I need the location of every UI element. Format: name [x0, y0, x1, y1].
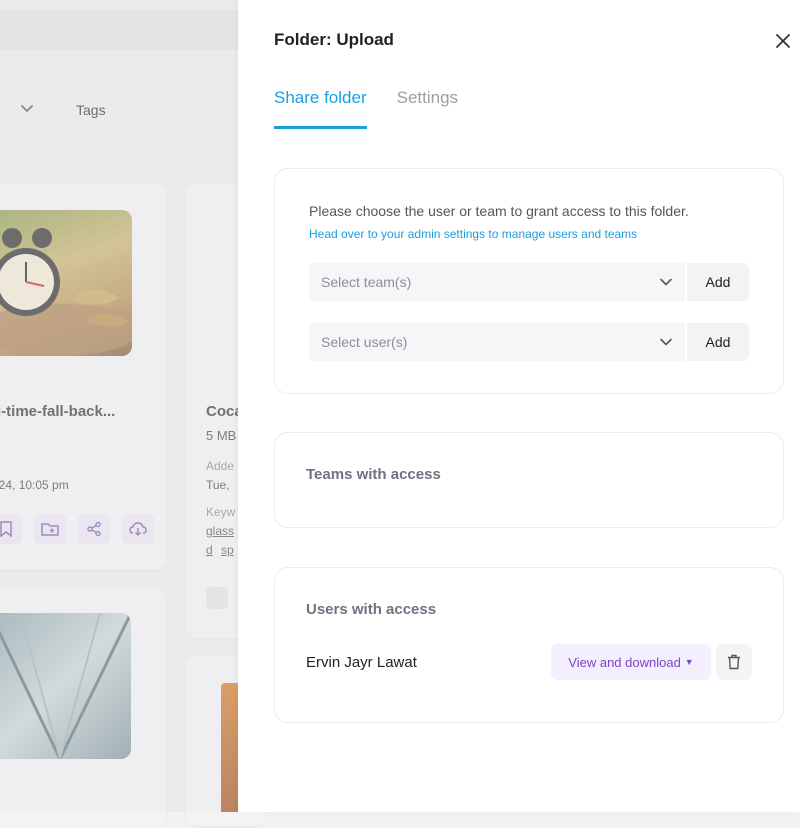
user-select-placeholder: Select user(s)	[321, 334, 408, 350]
tab-share-folder[interactable]: Share folder	[274, 88, 367, 129]
share-folder-drawer: Folder: Upload Share folder Settings Ple…	[238, 0, 800, 812]
trash-icon	[728, 654, 740, 670]
permission-label: View and download	[568, 654, 681, 670]
chevron-down-icon	[660, 278, 672, 286]
chevron-down-icon	[660, 338, 672, 346]
user-select[interactable]: Select user(s)	[309, 323, 685, 361]
drawer-title: Folder: Upload	[274, 30, 394, 49]
share-panel: Please choose the user or team to grant …	[274, 168, 784, 394]
share-instructions: Please choose the user or team to grant …	[309, 203, 689, 219]
team-select-placeholder: Select team(s)	[321, 274, 412, 290]
user-name: Ervin Jayr Lawat	[306, 654, 417, 671]
team-select[interactable]: Select team(s)	[309, 263, 685, 301]
close-icon	[776, 34, 790, 48]
teams-access-label: Teams with access	[306, 466, 441, 483]
remove-user-button[interactable]	[716, 644, 752, 680]
users-with-access-panel: Users with access Ervin Jayr Lawat View …	[274, 567, 784, 723]
teams-with-access-panel: Teams with access	[274, 432, 784, 528]
add-team-button[interactable]: Add	[687, 263, 749, 301]
close-button[interactable]	[772, 30, 794, 52]
users-access-label: Users with access	[306, 601, 437, 618]
tab-settings[interactable]: Settings	[397, 88, 458, 129]
caret-down-icon: ▼	[684, 657, 694, 667]
team-select-row: Select team(s) Add	[309, 263, 749, 301]
add-user-button[interactable]: Add	[687, 323, 749, 361]
permission-dropdown[interactable]: View and download ▼	[551, 644, 711, 680]
admin-settings-link[interactable]: Head over to your admin settings to mana…	[309, 227, 637, 241]
drawer-backdrop[interactable]	[0, 0, 238, 812]
drawer-tabs: Share folder Settings	[274, 88, 458, 129]
user-select-row: Select user(s) Add	[309, 323, 749, 361]
